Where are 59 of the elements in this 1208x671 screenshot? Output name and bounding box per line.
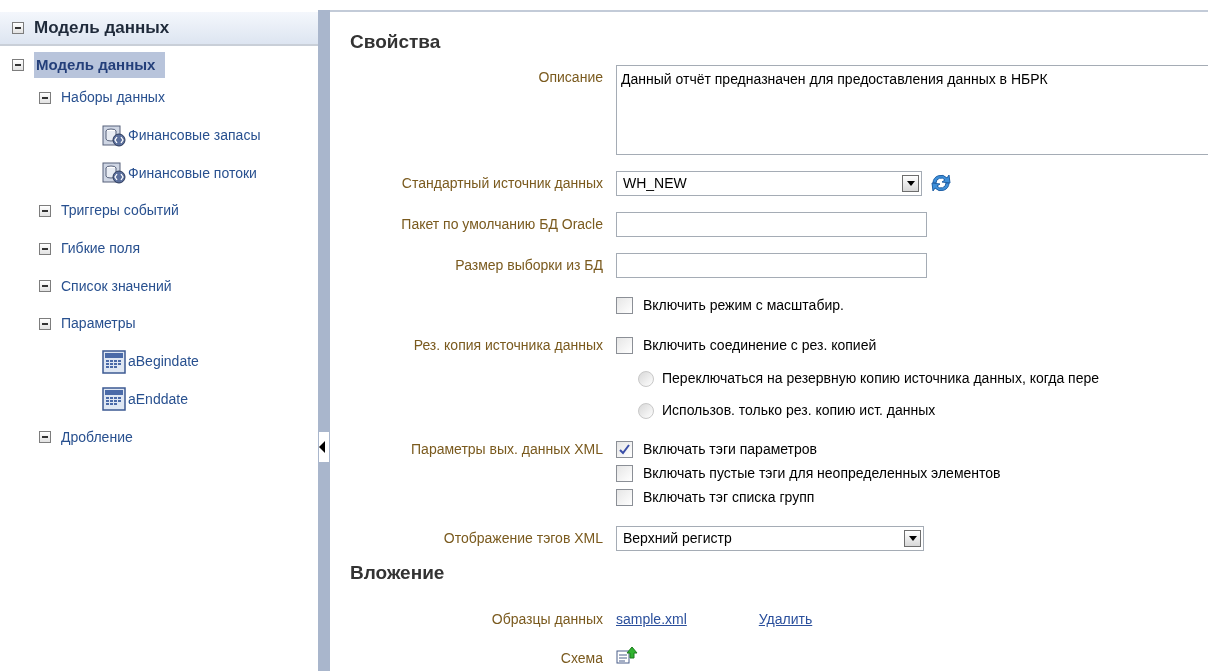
- radio-button[interactable]: [638, 370, 654, 387]
- option-label: Включать тэг списка групп: [643, 488, 815, 507]
- checkbox[interactable]: [616, 297, 633, 314]
- option-label: Включать тэги параметров: [643, 440, 818, 459]
- field-label: Описание: [538, 67, 603, 87]
- field-label: Образцы данных: [491, 610, 603, 629]
- tree-item[interactable]: Список значений: [61, 275, 172, 297]
- tree-item[interactable]: Модель данных: [34, 51, 166, 79]
- collapse-icon[interactable]: [39, 242, 51, 255]
- tree-item[interactable]: Параметры: [61, 313, 136, 335]
- field-label: Рез. копия источника данных: [413, 335, 603, 355]
- tree-item[interactable]: aBegindate: [128, 351, 199, 373]
- database-icon: [102, 124, 126, 147]
- calendar-icon: [102, 349, 126, 374]
- database-icon: [102, 162, 126, 185]
- checkbox[interactable]: [616, 337, 633, 354]
- field-label: Стандартный источник данных: [401, 173, 603, 193]
- section-heading: Вложение: [350, 560, 446, 585]
- tree-item[interactable]: Дробление: [61, 426, 133, 448]
- refresh-icon[interactable]: [930, 172, 952, 194]
- field-label: Размер выборки из БД: [455, 255, 603, 275]
- description-field[interactable]: Данный отчёт предназначен для предоставления данных в НБРК: [616, 64, 1208, 155]
- upload-icon[interactable]: [616, 646, 638, 664]
- field-label: Пакет по умолчанию БД Oracle: [401, 214, 603, 234]
- option-label: Включить соединение с рез. копией: [643, 336, 877, 355]
- collapse-icon[interactable]: [12, 22, 24, 34]
- tree-item[interactable]: Финансовые запасы: [128, 125, 261, 147]
- collapse-handle-icon[interactable]: [319, 432, 329, 462]
- panel-title: Модель данных: [34, 17, 170, 40]
- section-heading: Свойства: [350, 30, 442, 54]
- calendar-icon: [102, 387, 126, 412]
- field-label: Параметры вых. данных XML: [411, 439, 603, 459]
- radio-button[interactable]: [638, 402, 654, 419]
- tree-item[interactable]: Финансовые потоки: [128, 162, 257, 184]
- field-label: Схема: [560, 649, 603, 668]
- tree-item[interactable]: Гибкие поля: [61, 238, 141, 260]
- field-label: Отображение тэгов XML: [443, 528, 603, 548]
- collapse-icon[interactable]: [12, 59, 24, 71]
- dropdown[interactable]: Верхний регистр: [616, 525, 924, 551]
- collapse-icon[interactable]: [39, 91, 51, 104]
- text-field[interactable]: [616, 252, 927, 278]
- option-label: Переключаться на резервную копию источника данных, когда пере: [662, 369, 1100, 388]
- option-label: Включить режим с масштабир.: [643, 296, 844, 315]
- link[interactable]: Удалить: [758, 609, 813, 630]
- tree-item[interactable]: Наборы данных: [61, 87, 165, 109]
- dropdown[interactable]: WH_NEW: [616, 170, 922, 196]
- checkbox[interactable]: [616, 465, 633, 482]
- checkbox[interactable]: [616, 441, 633, 458]
- collapse-icon[interactable]: [39, 431, 51, 444]
- collapse-icon[interactable]: [39, 280, 51, 293]
- tree-item[interactable]: Триггеры событий: [61, 200, 179, 222]
- collapse-icon[interactable]: [39, 317, 51, 330]
- link[interactable]: sample.xml: [616, 609, 687, 630]
- text-field[interactable]: [616, 211, 927, 237]
- option-label: Включать пустые тэги для неопределенных элементов: [643, 464, 1001, 483]
- option-label: Использов. только рез. копию ист. данных: [662, 401, 936, 420]
- checkbox[interactable]: [616, 489, 633, 506]
- collapse-icon[interactable]: [39, 204, 51, 217]
- tree-item[interactable]: aEnddate: [128, 388, 188, 410]
